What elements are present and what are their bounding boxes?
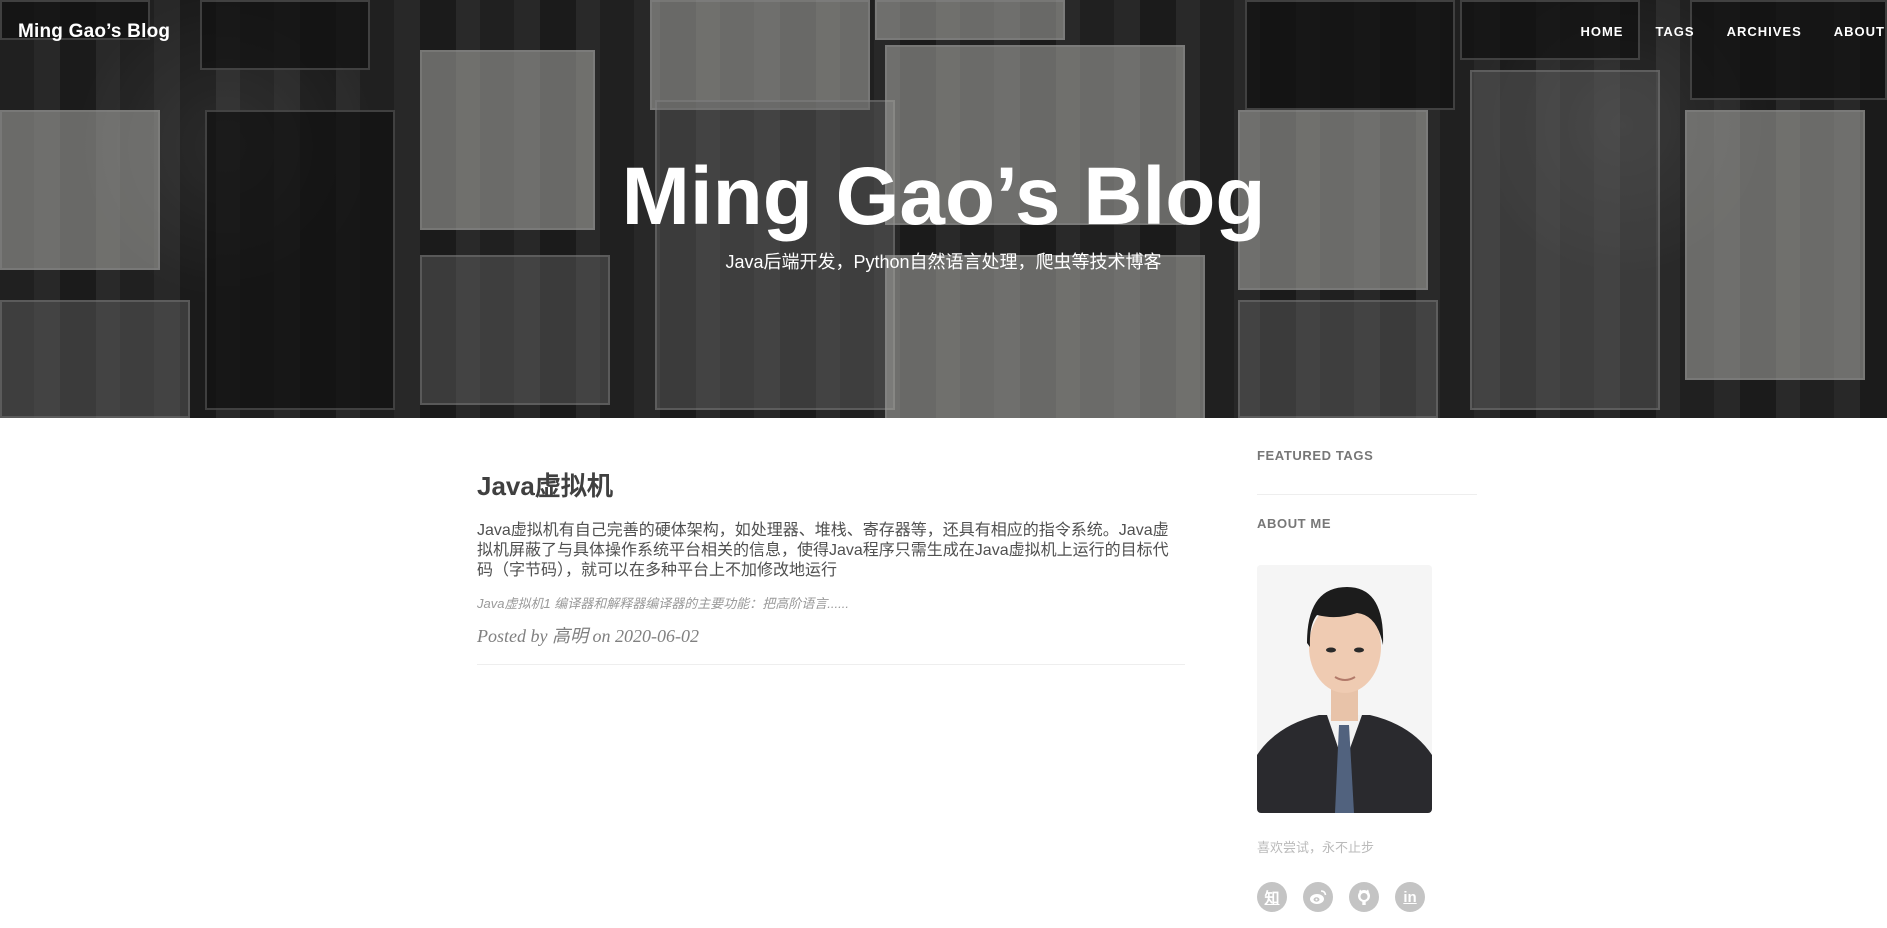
nav-archives[interactable]: ARCHIVES: [1727, 24, 1802, 39]
top-navbar: Ming Gao’s Blog HOME TAGS ARCHIVES ABOUT: [0, 0, 1887, 64]
about-me-heading: ABOUT ME: [1257, 516, 1332, 531]
nav-menu: HOME TAGS ARCHIVES ABOUT: [1580, 24, 1887, 39]
nav-about[interactable]: ABOUT: [1834, 24, 1885, 39]
featured-tags-heading: FEATURED TAGS: [1257, 448, 1374, 463]
weibo-icon: [1310, 890, 1327, 904]
linkedin-icon: in: [1403, 888, 1417, 906]
site-subtitle: Java后端开发，Python自然语言处理，爬虫等技术博客: [725, 252, 1162, 272]
zhihu-icon: 知: [1264, 889, 1280, 907]
post-divider: [477, 664, 1185, 665]
brand-link[interactable]: Ming Gao’s Blog: [18, 21, 170, 43]
social-links: 知 in: [1257, 882, 1477, 912]
post-preview: Java虚拟机 Java虚拟机有自己完善的硬体架构，如处理器、堆栈、寄存器等，还…: [477, 466, 1185, 648]
github-icon: [1358, 889, 1370, 905]
post-title-link[interactable]: Java虚拟机: [477, 466, 1185, 503]
zhihu-link[interactable]: 知: [1257, 882, 1287, 912]
avatar: [1257, 565, 1432, 813]
weibo-link[interactable]: [1303, 882, 1333, 912]
post-byline: Posted by 高明 on 2020-06-02: [477, 626, 699, 646]
github-link[interactable]: [1349, 882, 1379, 912]
site-header: Ming Gao’s Blog HOME TAGS ARCHIVES ABOUT…: [0, 0, 1887, 418]
linkedin-link[interactable]: in: [1395, 882, 1425, 912]
nav-tags[interactable]: TAGS: [1655, 24, 1694, 39]
nav-home[interactable]: HOME: [1580, 24, 1623, 39]
post-excerpt[interactable]: Java虚拟机有自己完善的硬体架构，如处理器、堆栈、寄存器等，还具有相应的指令系…: [477, 521, 1177, 581]
motto-text: 喜欢尝试，永不止步: [1257, 840, 1375, 855]
site-title: Ming Gao’s Blog: [621, 151, 1266, 242]
post-summary: Java虚拟机1 编译器和解释器编译器的主要功能：把高阶语言......: [477, 596, 849, 611]
profile-photo: [1257, 565, 1432, 813]
sidebar-divider: [1257, 494, 1477, 495]
sidebar: FEATURED TAGS ABOUT ME 喜欢尝试，永不止步 知 in: [1257, 448, 1477, 928]
